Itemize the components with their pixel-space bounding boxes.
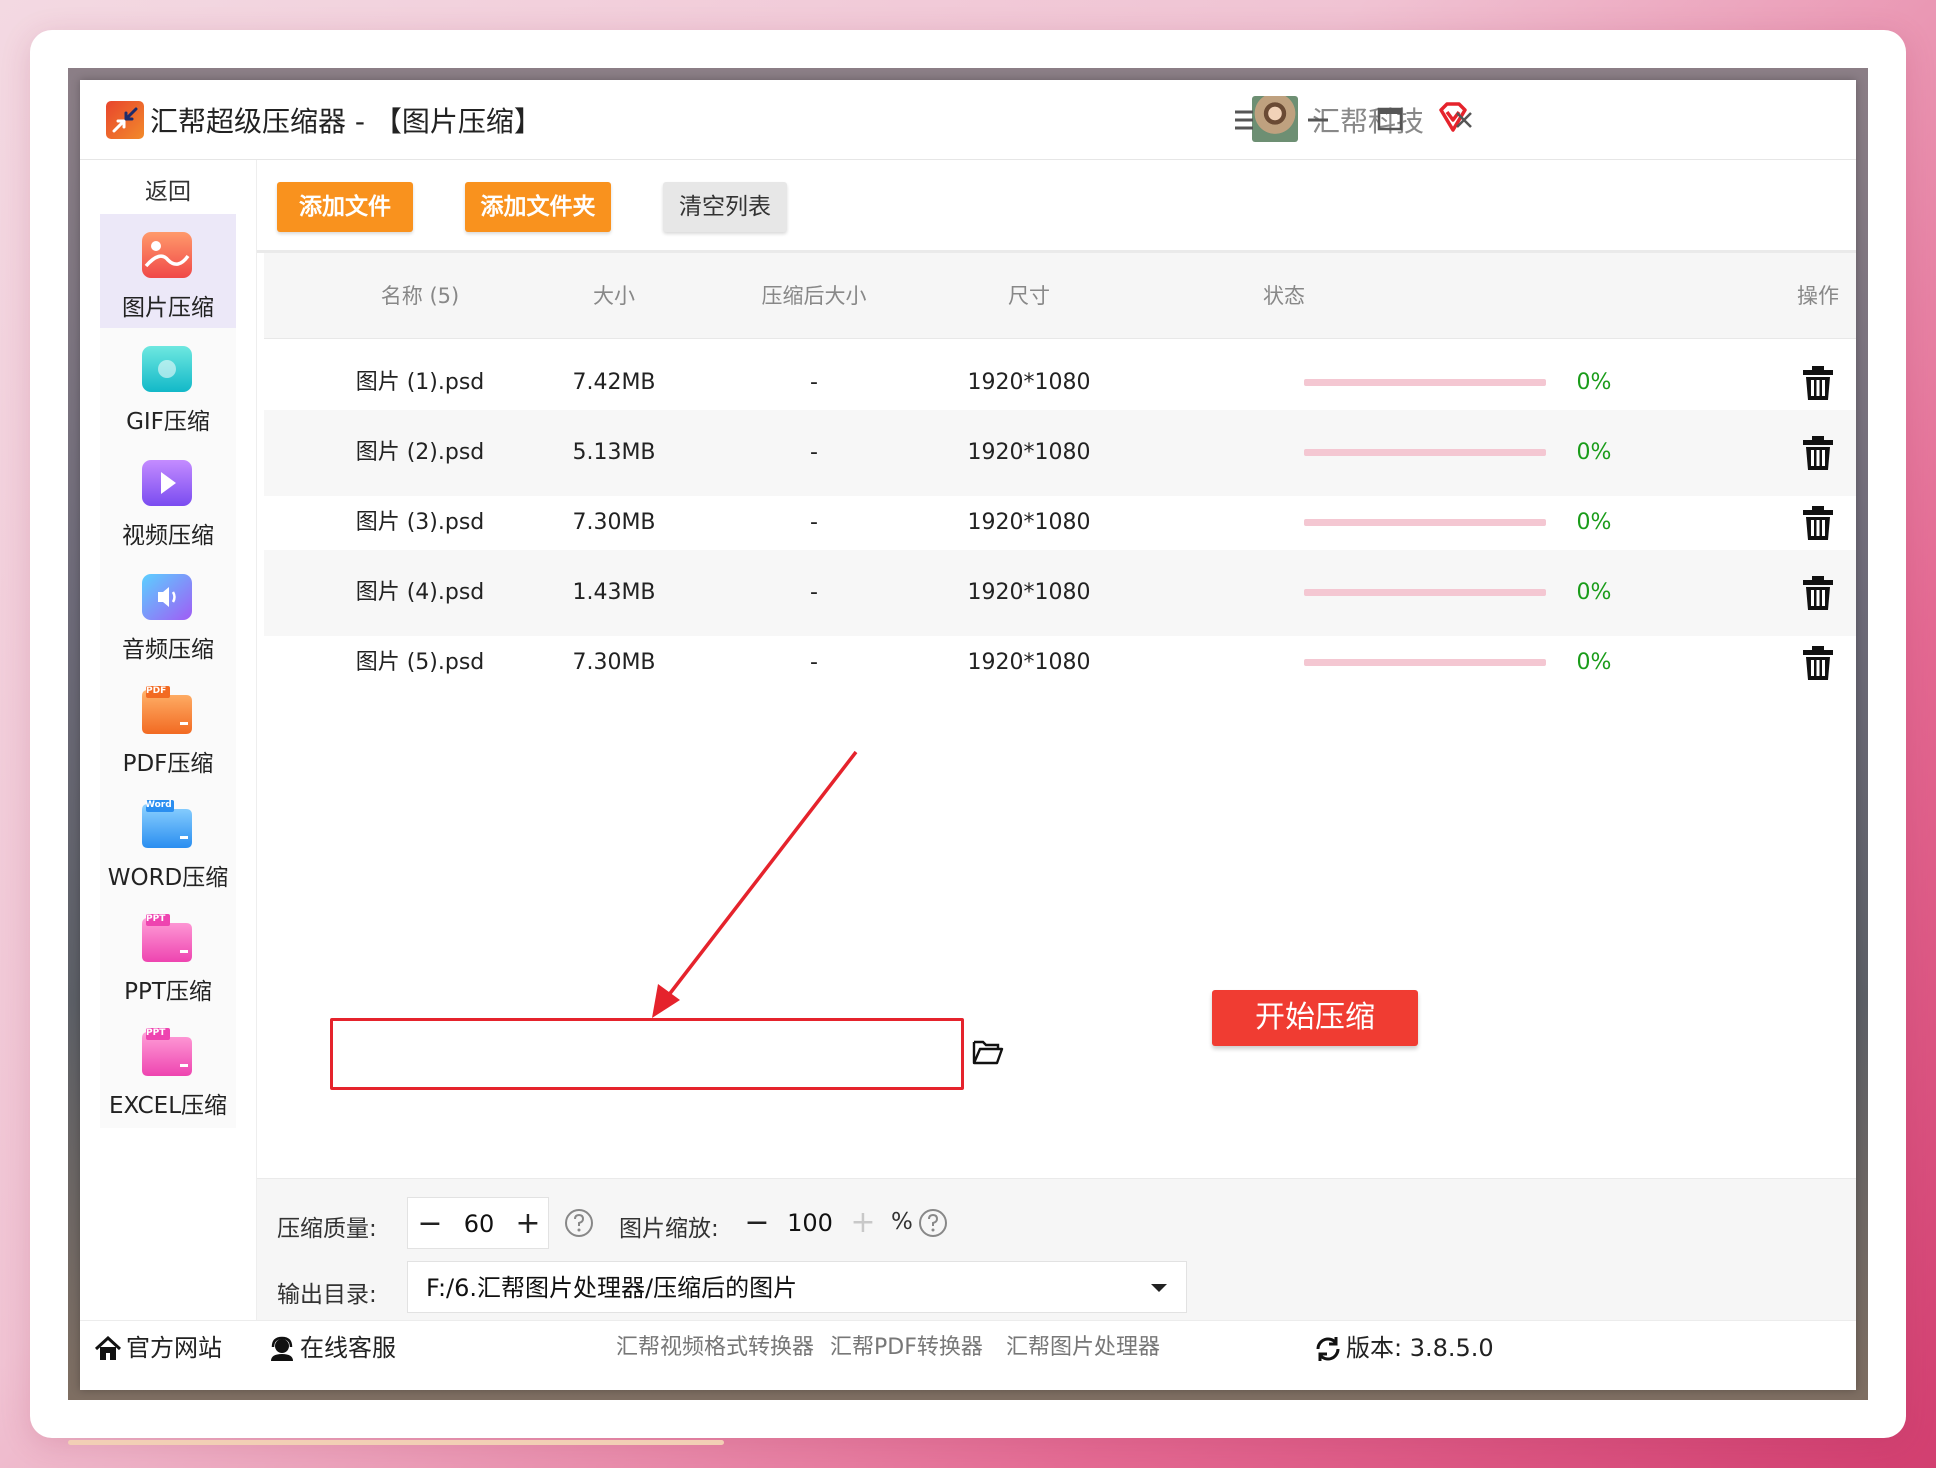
output-path: F:/6.汇帮图片处理器/压缩后的图片 bbox=[426, 1274, 798, 1302]
app-title: 汇帮超级压缩器 - 【图片压缩】 bbox=[150, 100, 542, 140]
trash-icon[interactable] bbox=[1800, 434, 1836, 472]
decorative-underline bbox=[68, 1440, 724, 1445]
progress-bar bbox=[1304, 519, 1546, 526]
quality-increase-button[interactable]: + bbox=[508, 1198, 548, 1250]
add-file-button[interactable]: 添加文件 bbox=[277, 182, 413, 232]
refresh-icon bbox=[1316, 1337, 1340, 1361]
app-name: 汇帮超级压缩器 bbox=[150, 105, 347, 138]
audio-icon bbox=[142, 574, 192, 620]
app-logo-icon bbox=[106, 101, 144, 139]
sidebar-item-label: 音频压缩 bbox=[122, 637, 214, 663]
scale-value[interactable]: 100 bbox=[779, 1197, 841, 1249]
progress-bar bbox=[1304, 379, 1546, 386]
gif-icon bbox=[142, 346, 192, 392]
quality-decrease-button[interactable]: − bbox=[410, 1198, 450, 1250]
progress-bar bbox=[1304, 449, 1546, 456]
excel-badge: PPT bbox=[146, 1028, 166, 1038]
header-size[interactable]: 大小 bbox=[554, 253, 674, 339]
online-support-label: 在线客服 bbox=[300, 1334, 396, 1362]
compressed-size: - bbox=[810, 650, 818, 675]
scale-label: 图片缩放: bbox=[619, 1216, 719, 1242]
scale-unit: % bbox=[891, 1209, 913, 1235]
trash-icon[interactable] bbox=[1800, 364, 1836, 402]
header-status[interactable]: 状态 bbox=[1184, 253, 1384, 339]
maximize-icon[interactable] bbox=[1370, 100, 1410, 140]
sidebar-item-video[interactable]: 视频压缩 bbox=[100, 442, 236, 558]
sidebar: 返回 图片压缩 GIF压缩 视频压缩 音频压缩 PDF PDF压缩 Word W… bbox=[80, 160, 256, 1320]
trash-icon[interactable] bbox=[1800, 504, 1836, 542]
title-bar: 汇帮超级压缩器 - 【图片压缩】 汇帮科技 bbox=[80, 80, 1856, 160]
pdf-badge: PDF bbox=[146, 686, 167, 696]
footer-link-image-processor[interactable]: 汇帮图片处理器 bbox=[1006, 1321, 1160, 1375]
sidebar-item-ppt[interactable]: PPT PPT压缩 bbox=[100, 898, 236, 1014]
sidebar-item-label: 图片压缩 bbox=[122, 295, 214, 321]
output-highlight-frame bbox=[330, 1018, 964, 1090]
progress-bar bbox=[1304, 589, 1546, 596]
sidebar-item-excel[interactable]: PPT EXCEL压缩 bbox=[100, 1012, 236, 1128]
file-table-header: 名称 (5) 大小 压缩后大小 尺寸 状态 操作 bbox=[264, 253, 1856, 339]
chevron-down-icon[interactable] bbox=[1150, 1283, 1168, 1293]
sidebar-item-label: PDF压缩 bbox=[122, 751, 214, 777]
progress-bar bbox=[1304, 659, 1546, 666]
trash-icon[interactable] bbox=[1800, 574, 1836, 612]
start-compression-button[interactable]: 开始压缩 bbox=[1212, 990, 1418, 1046]
trash-icon[interactable] bbox=[1800, 644, 1836, 682]
toolbar: 添加文件 添加文件夹 清空列表 bbox=[257, 160, 1856, 250]
file-size: 7.30MB bbox=[572, 650, 656, 675]
header-dimensions[interactable]: 尺寸 bbox=[954, 253, 1104, 339]
sidebar-item-audio[interactable]: 音频压缩 bbox=[100, 556, 236, 672]
footer-bar: 官方网站 在线客服 汇帮视频格式转换器 汇帮PDF转换器 汇帮图片处理器 版本:… bbox=[80, 1320, 1856, 1390]
quality-label: 压缩质量: bbox=[277, 1216, 377, 1242]
output-label: 输出目录: bbox=[277, 1282, 377, 1308]
sidebar-item-label: WORD压缩 bbox=[107, 865, 229, 891]
add-folder-button[interactable]: 添加文件夹 bbox=[465, 182, 611, 232]
sidebar-item-pdf[interactable]: PDF PDF压缩 bbox=[100, 670, 236, 786]
header-compressed-size[interactable]: 压缩后大小 bbox=[724, 253, 904, 339]
ppt-badge: PPT bbox=[146, 914, 166, 924]
image-icon bbox=[142, 232, 192, 278]
header-action: 操作 bbox=[1797, 284, 1839, 308]
close-icon[interactable] bbox=[1444, 100, 1484, 140]
minimize-icon[interactable] bbox=[1298, 100, 1338, 140]
video-icon bbox=[142, 460, 192, 506]
menu-icon[interactable] bbox=[1224, 100, 1264, 140]
footer-link-pdf-converter[interactable]: 汇帮PDF转换器 bbox=[830, 1321, 983, 1375]
compression-settings: 压缩质量: − 60 + 图片缩放: − 100 + % 输出目录: F:/6.… bbox=[257, 1178, 1856, 1320]
section-name: - 【图片压缩】 bbox=[346, 105, 542, 138]
quality-help-icon[interactable] bbox=[563, 1207, 595, 1239]
sidebar-item-word[interactable]: Word WORD压缩 bbox=[100, 784, 236, 900]
file-dimensions: 1920*1080 bbox=[967, 650, 1091, 675]
sidebar-item-label: 视频压缩 bbox=[122, 523, 214, 549]
scale-stepper[interactable]: − 100 + bbox=[735, 1197, 885, 1249]
scale-increase-button[interactable]: + bbox=[843, 1197, 883, 1249]
version-info[interactable]: 版本: 3.8.5.0 bbox=[1314, 1321, 1494, 1375]
quality-stepper[interactable]: − 60 + bbox=[407, 1197, 549, 1249]
file-name: 图片 (5).psd bbox=[355, 650, 485, 675]
scale-decrease-button[interactable]: − bbox=[737, 1197, 777, 1249]
progress-percent: 0% bbox=[1576, 650, 1612, 675]
sidebar-item-label: EXCEL压缩 bbox=[108, 1093, 228, 1119]
customer-service-icon bbox=[271, 1336, 293, 1361]
clear-list-button[interactable]: 清空列表 bbox=[663, 182, 787, 232]
header-name[interactable]: 名称 (5) bbox=[324, 253, 516, 339]
home-icon bbox=[94, 1336, 122, 1360]
online-support-link[interactable]: 在线客服 bbox=[268, 1321, 396, 1375]
quality-value[interactable]: 60 bbox=[452, 1198, 506, 1250]
back-link[interactable]: 返回 bbox=[80, 172, 256, 206]
sidebar-divider bbox=[256, 160, 257, 1320]
sidebar-item-gif[interactable]: GIF压缩 bbox=[100, 328, 236, 444]
output-directory-select[interactable]: F:/6.汇帮图片处理器/压缩后的图片 bbox=[407, 1261, 1187, 1313]
sidebar-item-label: GIF压缩 bbox=[126, 409, 210, 435]
app-window: 汇帮超级压缩器 - 【图片压缩】 汇帮科技 返回 图片压缩 GIF压缩 视频压缩… bbox=[80, 80, 1856, 1390]
version-label: 版本: 3.8.5.0 bbox=[1346, 1334, 1494, 1362]
scale-help-icon[interactable] bbox=[917, 1207, 949, 1239]
word-badge: Word bbox=[145, 800, 172, 810]
table-row[interactable]: 图片 (5).psd 7.30MB - 1920*1080 0% bbox=[264, 620, 1856, 706]
official-website-label: 官方网站 bbox=[126, 1334, 222, 1362]
sidebar-item-label: PPT压缩 bbox=[124, 979, 212, 1005]
official-website-link[interactable]: 官方网站 bbox=[94, 1321, 222, 1375]
footer-link-video-converter[interactable]: 汇帮视频格式转换器 bbox=[616, 1321, 814, 1375]
open-folder-icon[interactable] bbox=[972, 1038, 1004, 1066]
sidebar-item-image[interactable]: 图片压缩 bbox=[100, 214, 236, 330]
